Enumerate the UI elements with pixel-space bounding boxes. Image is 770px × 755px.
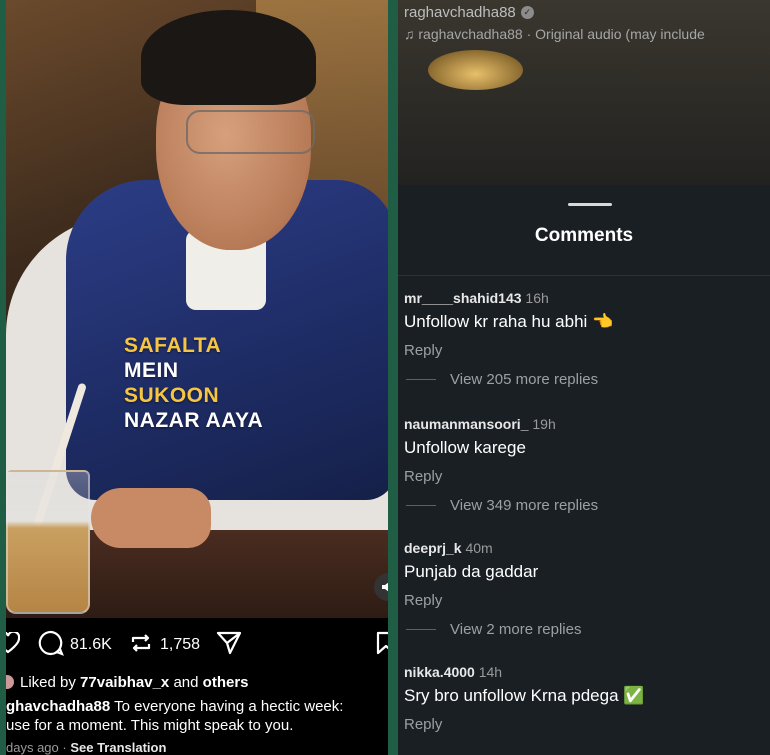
comment-username[interactable]: naumanmansoori_ <box>404 416 528 432</box>
comment-time: 19h <box>532 416 556 432</box>
reply-button[interactable]: Reply <box>404 592 764 609</box>
drag-handle[interactable] <box>568 203 612 206</box>
see-translation-link[interactable]: See Translation <box>70 740 166 755</box>
reel-post-panel: SAFALTA MEIN SUKOON NAZAR AAYA 81.6K 1,7… <box>6 0 388 755</box>
caption-text-line1: To everyone having a hectic week: <box>114 698 344 715</box>
reel-video[interactable]: SAFALTA MEIN SUKOON NAZAR AAYA <box>6 0 388 618</box>
reel-audio[interactable]: ♫ raghavchadha88 · Original audio (may i… <box>404 26 705 42</box>
comment-icon <box>38 630 64 661</box>
share-button[interactable] <box>216 628 242 662</box>
reel-author[interactable]: raghavchadha88 ✓ <box>404 4 534 21</box>
heart-icon <box>6 630 21 659</box>
comment-text: Sry bro unfollow Krna pdega ✅ <box>404 686 645 705</box>
overlay-line: MEIN <box>124 359 179 382</box>
overlay-line: SUKOON <box>124 384 220 407</box>
comment-time: 14h <box>478 664 503 680</box>
save-button[interactable] <box>376 628 388 662</box>
verified-badge-icon: ✓ <box>520 6 534 19</box>
caption-text-line2: use for a moment. This might speak to yo… <box>6 717 294 734</box>
comment-time: 40m <box>465 540 493 556</box>
reply-button[interactable]: Reply <box>404 716 764 733</box>
liked-others-link[interactable]: others <box>203 674 249 691</box>
bookmark-icon <box>376 631 388 660</box>
post-action-bar: 81.6K 1,758 <box>6 628 388 662</box>
avatar <box>6 675 14 689</box>
comment-item: mr____shahid143 16h Unfollow kr raha hu … <box>404 290 764 388</box>
glasses <box>186 110 315 154</box>
comment-text: Unfollow kr raha hu abhi 👈 <box>404 312 614 331</box>
divider <box>406 505 436 506</box>
comments-sheet: Comments mr____shahid143 16h Unfollow kr… <box>398 185 770 755</box>
divider <box>398 275 770 276</box>
post-meta: days ago · See Translation <box>6 740 167 755</box>
comments-button[interactable]: 81.6K <box>38 628 112 662</box>
repost-count: 1,758 <box>160 636 201 653</box>
caption-username[interactable]: ghavchadha88 <box>6 698 110 715</box>
reel-username: raghavchadha88 <box>404 4 516 21</box>
post-caption: ghavchadha88 To everyone having a hectic… <box>6 697 388 735</box>
lamp <box>428 50 523 90</box>
comment-time: 16h <box>525 290 549 306</box>
comment-count: 81.6K <box>70 636 112 653</box>
video-overlay-text: SAFALTA MEIN SUKOON NAZAR AAYA <box>124 333 263 433</box>
view-replies-label: View 349 more replies <box>450 497 599 514</box>
overlay-line: NAZAR AAYA <box>124 409 264 432</box>
comments-title: Comments <box>534 225 634 246</box>
comments-panel: raghavchadha88 ✓ ♫ raghavchadha88 · Orig… <box>398 0 770 755</box>
comment-username[interactable]: deeprj_k <box>404 540 462 556</box>
view-replies-button[interactable]: View 349 more replies <box>404 497 764 514</box>
overlay-line: SAFALTA <box>124 334 222 357</box>
hair <box>141 10 316 105</box>
hand <box>91 488 211 548</box>
view-replies-label: View 2 more replies <box>450 621 582 638</box>
comment-username[interactable]: mr____shahid143 <box>404 290 522 306</box>
reply-button[interactable]: Reply <box>404 342 764 359</box>
comment-item: deeprj_k 40m Punjab da gaddar Reply View… <box>404 540 764 638</box>
view-replies-button[interactable]: View 205 more replies <box>404 371 764 388</box>
audio-label: raghavchadha88 · Original audio (may inc… <box>418 26 705 42</box>
reply-button[interactable]: Reply <box>404 468 764 485</box>
post-age: days ago <box>6 740 59 755</box>
view-replies-label: View 205 more replies <box>450 371 599 388</box>
divider <box>406 379 436 380</box>
reel-background: raghavchadha88 ✓ ♫ raghavchadha88 · Orig… <box>398 0 770 185</box>
liked-prefix: Liked by <box>20 674 76 691</box>
liked-by-line: Liked by 77vaibhav_x and others <box>6 674 249 691</box>
comment-text: Unfollow karege <box>404 438 526 457</box>
comment-username[interactable]: nikka.4000 <box>404 664 475 680</box>
music-note-icon: ♫ <box>404 26 415 42</box>
divider <box>406 629 436 630</box>
liked-and: and <box>173 674 199 691</box>
like-button[interactable] <box>6 628 21 662</box>
comment-item: naumanmansoori_ 19h Unfollow karege Repl… <box>404 416 764 514</box>
liked-user-link[interactable]: 77vaibhav_x <box>80 674 169 691</box>
repost-button[interactable]: 1,758 <box>128 628 200 662</box>
repost-icon <box>128 630 154 661</box>
comment-text: Punjab da gaddar <box>404 562 539 581</box>
share-icon <box>216 630 242 661</box>
view-replies-button[interactable]: View 2 more replies <box>404 621 764 638</box>
comment-item: nikka.4000 14h Sry bro unfollow Krna pde… <box>404 664 764 733</box>
drink-glass <box>6 470 90 614</box>
